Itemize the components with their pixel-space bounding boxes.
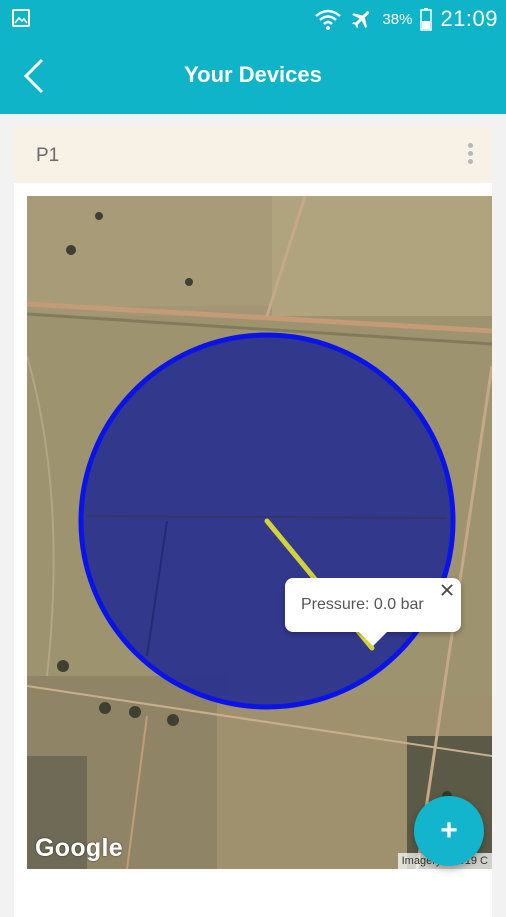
device-card-header: P1 <box>14 127 492 183</box>
more-options-button[interactable] <box>466 143 474 167</box>
map-view[interactable]: Google Imagery ©2019 C <box>27 196 492 869</box>
battery-percent: 38% <box>382 10 413 28</box>
add-device-button[interactable]: + <box>414 796 484 866</box>
airplane-icon <box>352 11 370 29</box>
close-icon[interactable] <box>439 582 455 598</box>
app-bar: Your Devices <box>0 38 506 114</box>
add-icon: + <box>440 814 458 847</box>
clock: 21:09 <box>440 6 498 31</box>
wifi-icon <box>315 9 342 30</box>
pressure-text: Pressure: 0.0 bar <box>301 596 424 613</box>
device-name: P1 <box>36 145 60 166</box>
page-title: Your Devices <box>184 62 322 87</box>
status-bar: 38% 21:09 <box>0 0 506 38</box>
more-vertical-icon <box>467 143 473 148</box>
gallery-icon <box>12 9 30 27</box>
satellite-imagery <box>27 196 492 869</box>
battery-icon <box>420 8 433 31</box>
pressure-info-window[interactable]: Pressure: 0.0 bar <box>285 578 461 646</box>
google-logo: Google <box>35 834 123 862</box>
